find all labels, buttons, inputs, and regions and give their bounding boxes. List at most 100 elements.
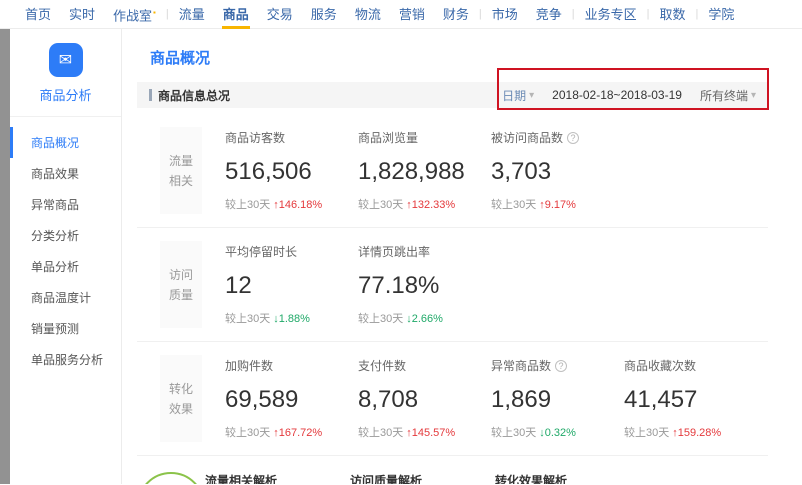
compare-label: 较上30天 [225, 199, 270, 211]
metric-label-text: 平均停留时长 [225, 243, 297, 260]
metric-compare: 较上30天↓1.88% [225, 310, 358, 326]
left-edge-strip [0, 29, 10, 484]
group-label-line: 流量 [169, 152, 193, 169]
panel-header: 商品信息总况 日期▾ 2018-02-18~2018-03-19 所有终端▾ [137, 82, 768, 108]
metric-product-visitors: 商品访客数 516,506 较上30天↑146.18% [225, 129, 358, 212]
sidebar-item-abnormal-products[interactable]: 异常商品 [10, 189, 121, 220]
nav-item-war-room[interactable]: 作战室▪ [104, 0, 165, 30]
sidebar-item-product-overview[interactable]: 商品概况 [10, 127, 121, 158]
terminal-filter-label: 所有终端 [700, 87, 748, 104]
filter-bar: 日期▾ 2018-02-18~2018-03-19 所有终端▾ [502, 87, 756, 104]
change-percent: 145.57% [412, 427, 455, 439]
metric-label: 商品收藏次数 [624, 357, 757, 374]
metric-label: 商品访客数 [225, 129, 358, 146]
metric-cart-adds: 加购件数 69,589 较上30天↑167.72% [225, 357, 358, 440]
main-content: 商品概况 商品信息总况 日期▾ 2018-02-18~2018-03-19 所有… [122, 29, 802, 484]
metric-value: 41,457 [624, 386, 757, 414]
change-percent: 146.18% [279, 199, 322, 211]
chevron-down-icon: ▾ [751, 90, 756, 101]
metric-compare: 较上30天↑132.33% [358, 196, 491, 212]
metric-rows: 流量 相关 商品访客数 516,506 较上30天↑146.18% 商品浏览量 … [137, 114, 768, 456]
metric-label: 支付件数 [358, 357, 491, 374]
nav-item-trade[interactable]: 交易 [258, 0, 302, 29]
metric-label-text: 异常商品数 [491, 357, 551, 374]
group-label-conversion: 转化 效果 [160, 355, 202, 442]
metric-value: 3,703 [491, 158, 624, 186]
date-filter-dropdown[interactable]: 日期▾ [502, 87, 534, 104]
metric-list: 商品访客数 516,506 较上30天↑146.18% 商品浏览量 1,828,… [225, 127, 624, 214]
page-title: 商品概况 [122, 29, 802, 82]
nav-item-service[interactable]: 服务 [302, 0, 346, 29]
nav-item-market[interactable]: 市场 [483, 0, 527, 29]
nav-item-finance[interactable]: 财务 [434, 0, 478, 29]
terminal-filter-dropdown[interactable]: 所有终端▾ [700, 87, 756, 104]
group-label-line: 访问 [169, 266, 193, 283]
change-value: ↑132.33% [406, 199, 455, 211]
group-label-line: 相关 [169, 172, 193, 189]
change-value: ↑159.28% [672, 427, 721, 439]
nav-item-logistics[interactable]: 物流 [346, 0, 390, 29]
metric-compare: 较上30天↓0.32% [491, 424, 624, 440]
metric-label: 详情页跳出率 [358, 243, 491, 260]
nav-item-academy[interactable]: 学院 [699, 0, 743, 29]
metric-abnormal-products: 异常商品数? 1,869 较上30天↓0.32% [491, 357, 624, 440]
change-value: ↑146.18% [273, 199, 322, 211]
metric-value: 69,589 [225, 386, 358, 414]
insight-conversion: 转化效果解析 加购转化率表现还不错，但支付转化率低于同行平均，赶快到营销商品去体… [495, 472, 628, 484]
metric-label-text: 商品浏览量 [358, 129, 418, 146]
insight-title: 转化效果解析 [495, 472, 628, 484]
metric-product-pageviews: 商品浏览量 1,828,988 较上30天↑132.33% [358, 129, 491, 212]
metric-label-text: 支付件数 [358, 357, 406, 374]
metric-label-text: 商品访客数 [225, 129, 285, 146]
metric-label-text: 加购件数 [225, 357, 273, 374]
mail-icon: ✉ [49, 43, 83, 77]
metric-group-visit-quality: 访问 质量 平均停留时长 12 较上30天↓1.88% 详情页跳出率 77.18… [137, 228, 768, 342]
metric-value: 12 [225, 272, 358, 300]
metric-label-text: 详情页跳出率 [358, 243, 430, 260]
nav-item-marketing[interactable]: 营销 [390, 0, 434, 29]
sidebar-item-product-effect[interactable]: 商品效果 [10, 158, 121, 189]
change-percent: 1.88% [279, 313, 310, 325]
change-value: ↑167.72% [273, 427, 322, 439]
metric-value: 1,828,988 [358, 158, 491, 186]
change-percent: 167.72% [279, 427, 322, 439]
metric-label-text: 被访问商品数 [491, 129, 563, 146]
help-icon[interactable]: ? [567, 132, 579, 144]
metric-label: 商品浏览量 [358, 129, 491, 146]
change-value: ↑145.57% [406, 427, 455, 439]
metric-label: 被访问商品数? [491, 129, 624, 146]
sidebar-item-single-item-service[interactable]: 单品服务分析 [10, 344, 121, 375]
metric-group-conversion: 转化 效果 加购件数 69,589 较上30天↑167.72% 支付件数 8,7… [137, 342, 768, 456]
help-icon[interactable]: ? [555, 360, 567, 372]
compare-label: 较上30天 [491, 427, 536, 439]
change-value: ↑9.17% [539, 199, 576, 211]
sidebar-item-single-item-analysis[interactable]: 单品分析 [10, 251, 121, 282]
compare-label: 较上30天 [358, 313, 403, 325]
metric-label: 加购件数 [225, 357, 358, 374]
metric-list: 平均停留时长 12 较上30天↓1.88% 详情页跳出率 77.18% 较上30… [225, 241, 491, 328]
nav-item-data-fetch[interactable]: 取数 [650, 0, 694, 29]
sidebar-item-category-analysis[interactable]: 分类分析 [10, 220, 121, 251]
insight-title: 访问质量解析 [350, 472, 483, 484]
nav-item-competition[interactable]: 竞争 [527, 0, 571, 29]
data-interpretation-section: 7天 数据解读 流量相关解析 访问质量解析 虽然商品详情页日均跳出率比同行平均好… [137, 472, 768, 484]
nav-item-business-zone[interactable]: 业务专区 [576, 0, 646, 29]
sidebar-menu: 商品概况 商品效果 异常商品 分类分析 单品分析 商品温度计 销量预测 单品服务… [10, 117, 121, 375]
nav-item-home[interactable]: 首页 [16, 0, 60, 29]
metric-compare: 较上30天↑167.72% [225, 424, 358, 440]
metric-paid-items: 支付件数 8,708 较上30天↑145.57% [358, 357, 491, 440]
insight-visit-quality: 访问质量解析 虽然商品详情页日均跳出率比同行平均好，但平均停留时间低于同行平均，… [350, 472, 483, 484]
date-range-value[interactable]: 2018-02-18~2018-03-19 [552, 88, 682, 102]
sidebar-item-product-thermometer[interactable]: 商品温度计 [10, 282, 121, 313]
insight-traffic: 流量相关解析 [205, 472, 338, 484]
nav-item-realtime[interactable]: 实时 [60, 0, 104, 29]
sidebar-section-title: 商品分析 [10, 85, 121, 104]
hot-badge-icon: ▪ [153, 8, 156, 17]
group-label-visit-quality: 访问 质量 [160, 241, 202, 328]
nav-item-product[interactable]: 商品 [214, 0, 258, 29]
change-value: ↓0.32% [539, 427, 576, 439]
sidebar-item-sales-forecast[interactable]: 销量预测 [10, 313, 121, 344]
nav-item-traffic[interactable]: 流量 [170, 0, 214, 29]
change-percent: 9.17% [545, 199, 576, 211]
metric-group-traffic: 流量 相关 商品访客数 516,506 较上30天↑146.18% 商品浏览量 … [137, 114, 768, 228]
